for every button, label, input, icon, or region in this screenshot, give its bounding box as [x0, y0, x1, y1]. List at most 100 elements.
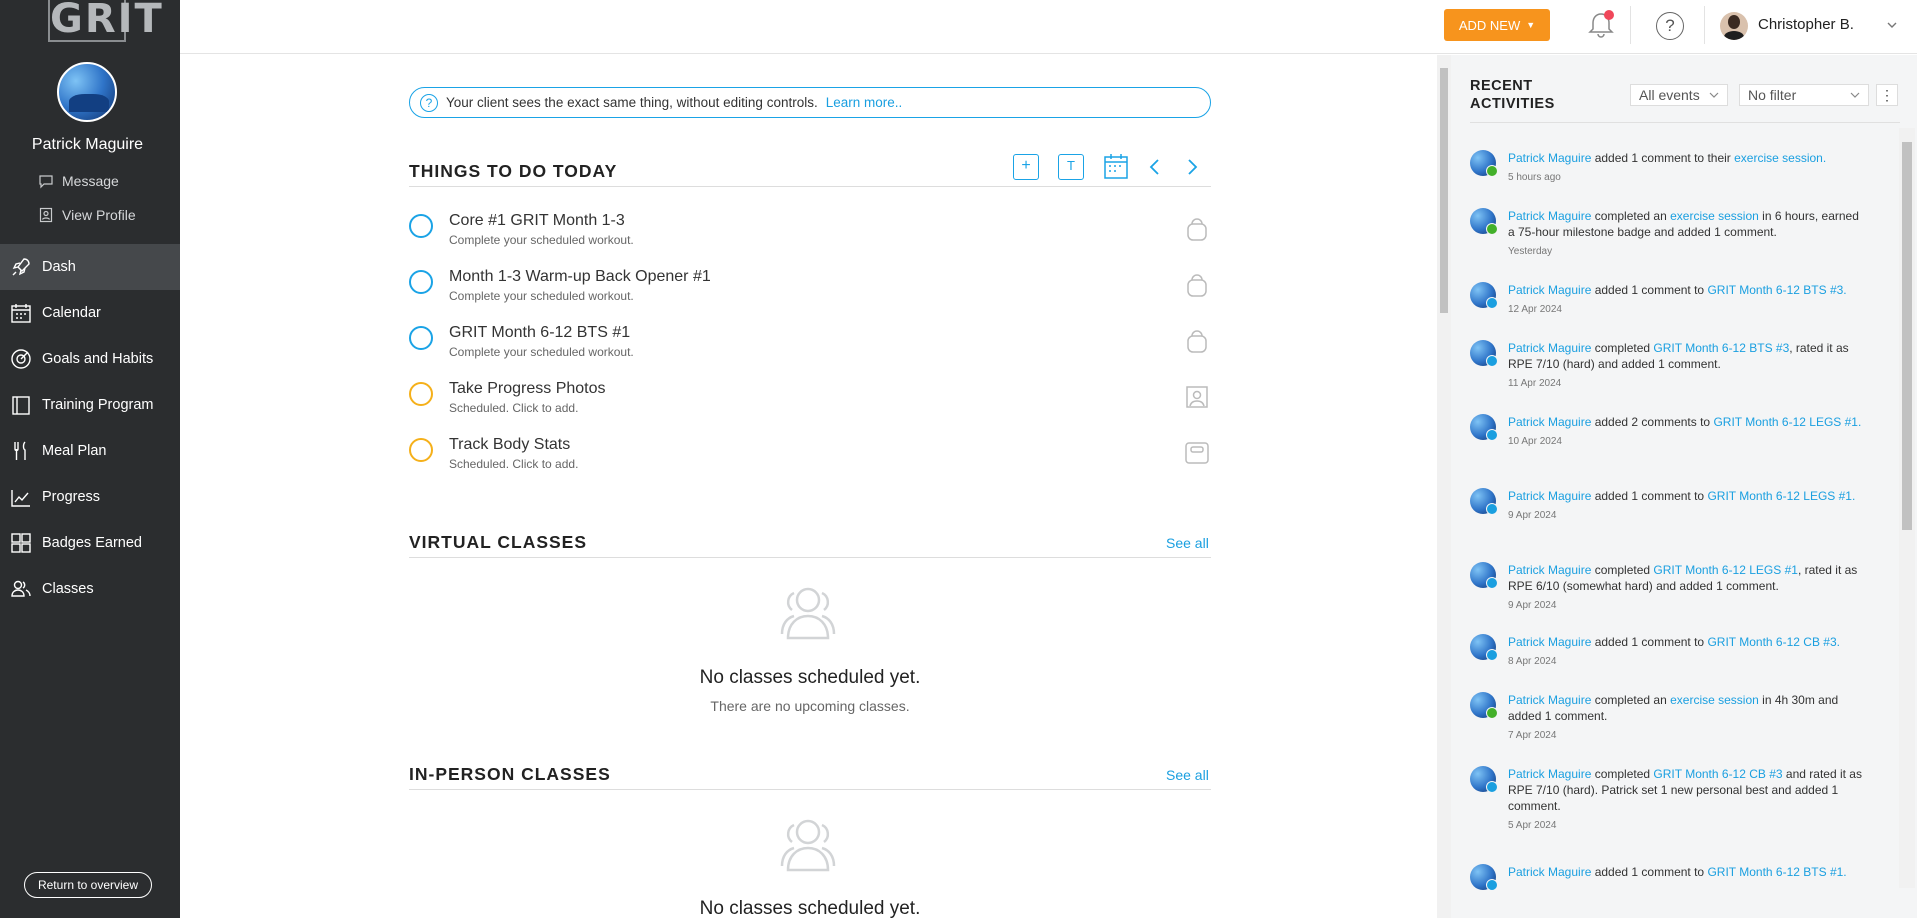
profile-avatar[interactable]	[57, 62, 117, 122]
activity-link[interactable]: Patrick Maguire	[1508, 865, 1591, 879]
task-item[interactable]: GRIT Month 6-12 BTS #1 Complete your sch…	[409, 322, 1211, 372]
in-person-classes-title: IN-PERSON CLASSES	[409, 764, 611, 784]
progress-chart-icon	[11, 490, 30, 507]
activity-link[interactable]: GRIT Month 6-12 BTS #1.	[1707, 865, 1846, 879]
sidebar-item-calendar[interactable]: Calendar	[0, 290, 180, 336]
caret-down-icon: ▼	[1526, 20, 1536, 30]
activity-type-icon	[1486, 223, 1498, 235]
add-new-button[interactable]: ADD NEW ▼	[1444, 9, 1550, 41]
activity-link[interactable]: Patrick Maguire	[1508, 767, 1591, 781]
activity-text-fragment: added 1 comment to their	[1591, 151, 1735, 165]
activity-type-icon	[1486, 707, 1498, 719]
task-item[interactable]: Take Progress Photos Scheduled. Click to…	[409, 378, 1211, 428]
activity-link[interactable]: GRIT Month 6-12 LEGS #1.	[1713, 415, 1861, 429]
activity-link[interactable]: GRIT Month 6-12 LEGS #1	[1653, 563, 1798, 577]
task-checkbox[interactable]	[409, 382, 433, 406]
activity-date: 5 hours ago	[1508, 172, 1561, 183]
help-icon[interactable]: ?	[1656, 12, 1684, 40]
activity-link[interactable]: GRIT Month 6-12 CB #3.	[1707, 635, 1840, 649]
group-icon	[780, 819, 836, 872]
activity-link[interactable]: exercise session	[1670, 693, 1759, 707]
return-to-overview-button[interactable]: Return to overview	[24, 872, 152, 898]
activity-link[interactable]: GRIT Month 6-12 LEGS #1.	[1707, 489, 1855, 503]
notification-dot	[1604, 10, 1614, 20]
activity-link[interactable]: Patrick Maguire	[1508, 415, 1591, 429]
activity-link[interactable]: GRIT Month 6-12 CB #3	[1653, 767, 1782, 781]
divider	[1704, 6, 1705, 44]
activity-link[interactable]: Patrick Maguire	[1508, 693, 1591, 707]
events-filter-select[interactable]: All events	[1630, 84, 1728, 106]
view-profile-link[interactable]: View Profile	[38, 207, 136, 223]
sidebar-item-progress[interactable]: Progress	[0, 474, 180, 520]
task-subtitle: Complete your scheduled workout.	[449, 233, 634, 247]
activity-link[interactable]: exercise session.	[1734, 151, 1826, 165]
events-filter-value: All events	[1639, 87, 1700, 103]
sidebar-item-dash[interactable]: Dash	[0, 244, 180, 290]
sidebar-item-label: Training Program	[42, 397, 154, 413]
task-checkbox[interactable]	[409, 214, 433, 238]
chevron-down-icon	[1850, 92, 1860, 98]
task-subtitle: Scheduled. Click to add.	[449, 457, 579, 471]
chevron-right-icon[interactable]	[1185, 157, 1199, 177]
user-avatar[interactable]	[1720, 12, 1748, 40]
activity-type-icon	[1486, 577, 1498, 589]
activity-type-icon	[1486, 649, 1498, 661]
task-checkbox[interactable]	[409, 438, 433, 462]
sidebar-item-goals-and-habits[interactable]: Goals and Habits	[0, 336, 180, 382]
task-item[interactable]: Track Body Stats Scheduled. Click to add…	[409, 434, 1211, 484]
task-checkbox[interactable]	[409, 326, 433, 350]
activity-link[interactable]: GRIT Month 6-12 BTS #3.	[1707, 283, 1846, 297]
activity-link[interactable]: Patrick Maguire	[1508, 283, 1591, 297]
sidebar-item-training-program[interactable]: Training Program	[0, 382, 180, 428]
activity-link[interactable]: Patrick Maguire	[1508, 341, 1591, 355]
task-title: Track Body Stats	[449, 436, 571, 453]
sidebar-item-label: Progress	[42, 489, 101, 505]
activities-scrollbar-thumb[interactable]	[1902, 142, 1912, 530]
view-profile-label: View Profile	[62, 207, 136, 223]
activity-link[interactable]: Patrick Maguire	[1508, 489, 1591, 503]
scale-icon	[1185, 442, 1209, 464]
sidebar-item-badges-earned[interactable]: Badges Earned	[0, 520, 180, 566]
learn-more-link[interactable]: Learn more..	[826, 95, 903, 110]
activity-link[interactable]: Patrick Maguire	[1508, 151, 1591, 165]
message-link[interactable]: Message	[38, 173, 119, 189]
add-text-button[interactable]: T	[1058, 154, 1084, 180]
task-item[interactable]: Core #1 GRIT Month 1-3 Complete your sch…	[409, 210, 1211, 260]
more-options-icon[interactable]: ⋮	[1876, 84, 1898, 106]
title-line: ACTIVITIES	[1470, 96, 1555, 112]
add-task-button[interactable]: +	[1013, 154, 1039, 180]
task-item[interactable]: Month 1-3 Warm-up Back Opener #1 Complet…	[409, 266, 1211, 316]
chevron-left-icon[interactable]	[1148, 157, 1162, 177]
divider	[409, 557, 1211, 558]
activity-link[interactable]: GRIT Month 6-12 BTS #3	[1653, 341, 1789, 355]
task-title: Month 1-3 Warm-up Back Opener #1	[449, 268, 711, 285]
activity-text: Patrick Maguire added 1 comment to GRIT …	[1508, 864, 1865, 884]
activity-link[interactable]: Patrick Maguire	[1508, 209, 1591, 223]
chevron-down-icon	[1709, 92, 1719, 98]
chevron-down-icon[interactable]	[1886, 19, 1898, 31]
sidebar-item-meal-plan[interactable]: Meal Plan	[0, 428, 180, 474]
activity-type-icon	[1486, 781, 1498, 793]
activity-text: Patrick Maguire completed an exercise se…	[1508, 692, 1865, 744]
client-view-banner: ? Your client sees the exact same thing,…	[409, 87, 1211, 118]
activity-text: Patrick Maguire added 2 comments to GRIT…	[1508, 414, 1865, 450]
kettlebell-icon	[1187, 330, 1207, 353]
activity-text-fragment: completed	[1591, 563, 1654, 577]
activity-link[interactable]: Patrick Maguire	[1508, 563, 1591, 577]
user-name[interactable]: Christopher B.	[1758, 16, 1854, 33]
sidebar-item-classes[interactable]: Classes	[0, 566, 180, 612]
photo-icon	[1186, 386, 1208, 408]
virtual-classes-see-all-link[interactable]: See all	[1166, 535, 1209, 551]
main-scrollbar-thumb[interactable]	[1440, 68, 1448, 313]
activity-text-fragment: completed an	[1591, 209, 1671, 223]
empty-state-subtitle: There are no upcoming classes.	[710, 698, 910, 714]
task-subtitle: Scheduled. Click to add.	[449, 401, 579, 415]
in-person-classes-see-all-link[interactable]: See all	[1166, 767, 1209, 783]
calendar-picker-icon[interactable]	[1103, 153, 1129, 180]
task-checkbox[interactable]	[409, 270, 433, 294]
training-program-icon	[12, 396, 30, 415]
activity-link[interactable]: Patrick Maguire	[1508, 635, 1591, 649]
activity-type-icon	[1486, 429, 1498, 441]
activity-link[interactable]: exercise session	[1670, 209, 1759, 223]
secondary-filter-select[interactable]: No filter	[1739, 84, 1869, 106]
